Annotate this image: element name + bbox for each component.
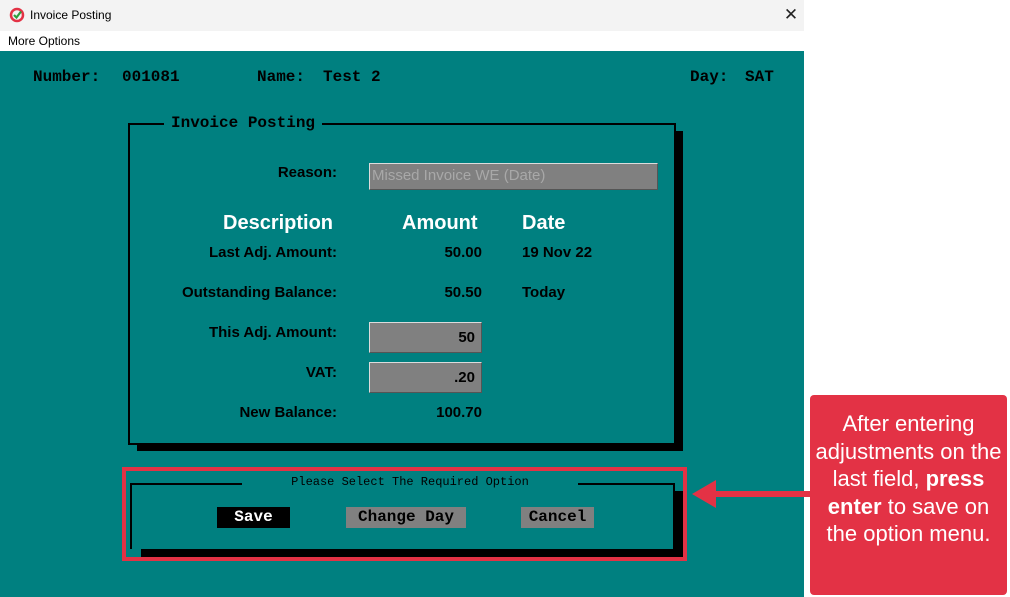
panel-title: Invoice Posting xyxy=(164,114,323,132)
title-bar: Invoice Posting ✕ xyxy=(0,0,804,31)
date-column-header: Date xyxy=(522,212,566,234)
outstanding-balance-label: Outstanding Balance: xyxy=(181,284,337,301)
this-adj-amount-input[interactable]: 50 xyxy=(369,322,482,353)
reason-placeholder: Missed Invoice WE (Date) xyxy=(372,167,546,184)
reason-input[interactable]: Missed Invoice WE (Date) xyxy=(369,163,658,190)
close-icon[interactable]: ✕ xyxy=(782,6,800,24)
this-adj-label: This Adj. Amount: xyxy=(208,324,337,341)
this-adj-amount-value: 50 xyxy=(458,329,475,346)
window-title: Invoice Posting xyxy=(30,8,112,22)
new-balance-amount: 100.70 xyxy=(436,404,482,421)
last-adj-label: Last Adj. Amount: xyxy=(208,244,337,261)
arrow-left-icon xyxy=(692,480,716,508)
vat-input[interactable]: .20 xyxy=(369,362,482,393)
outstanding-balance-date: Today xyxy=(522,284,566,301)
last-adj-date: 19 Nov 22 xyxy=(522,244,593,261)
number-label: Number: xyxy=(33,68,101,86)
vat-value: .20 xyxy=(454,369,475,386)
vat-label: VAT: xyxy=(305,364,337,381)
more-options-menu[interactable]: More Options xyxy=(8,34,80,48)
day-label: Day: xyxy=(690,68,729,86)
menu-bar: More Options xyxy=(0,31,804,51)
name-value: Test 2 xyxy=(323,68,381,86)
amount-column-header: Amount xyxy=(402,212,478,234)
instruction-callout: After entering adjustments on the last f… xyxy=(810,395,1007,595)
reason-label: Reason: xyxy=(277,164,337,181)
day-value: SAT xyxy=(745,68,774,86)
new-balance-label: New Balance: xyxy=(239,404,337,421)
number-value: 001081 xyxy=(122,68,180,86)
arrow-shaft xyxy=(714,491,810,497)
last-adj-amount: 50.00 xyxy=(444,244,482,261)
app-logo-icon xyxy=(9,7,25,23)
highlight-box xyxy=(122,467,687,561)
description-column-header: Description xyxy=(223,212,334,234)
outstanding-balance-amount: 50.50 xyxy=(444,284,482,301)
name-label: Name: xyxy=(257,68,306,86)
